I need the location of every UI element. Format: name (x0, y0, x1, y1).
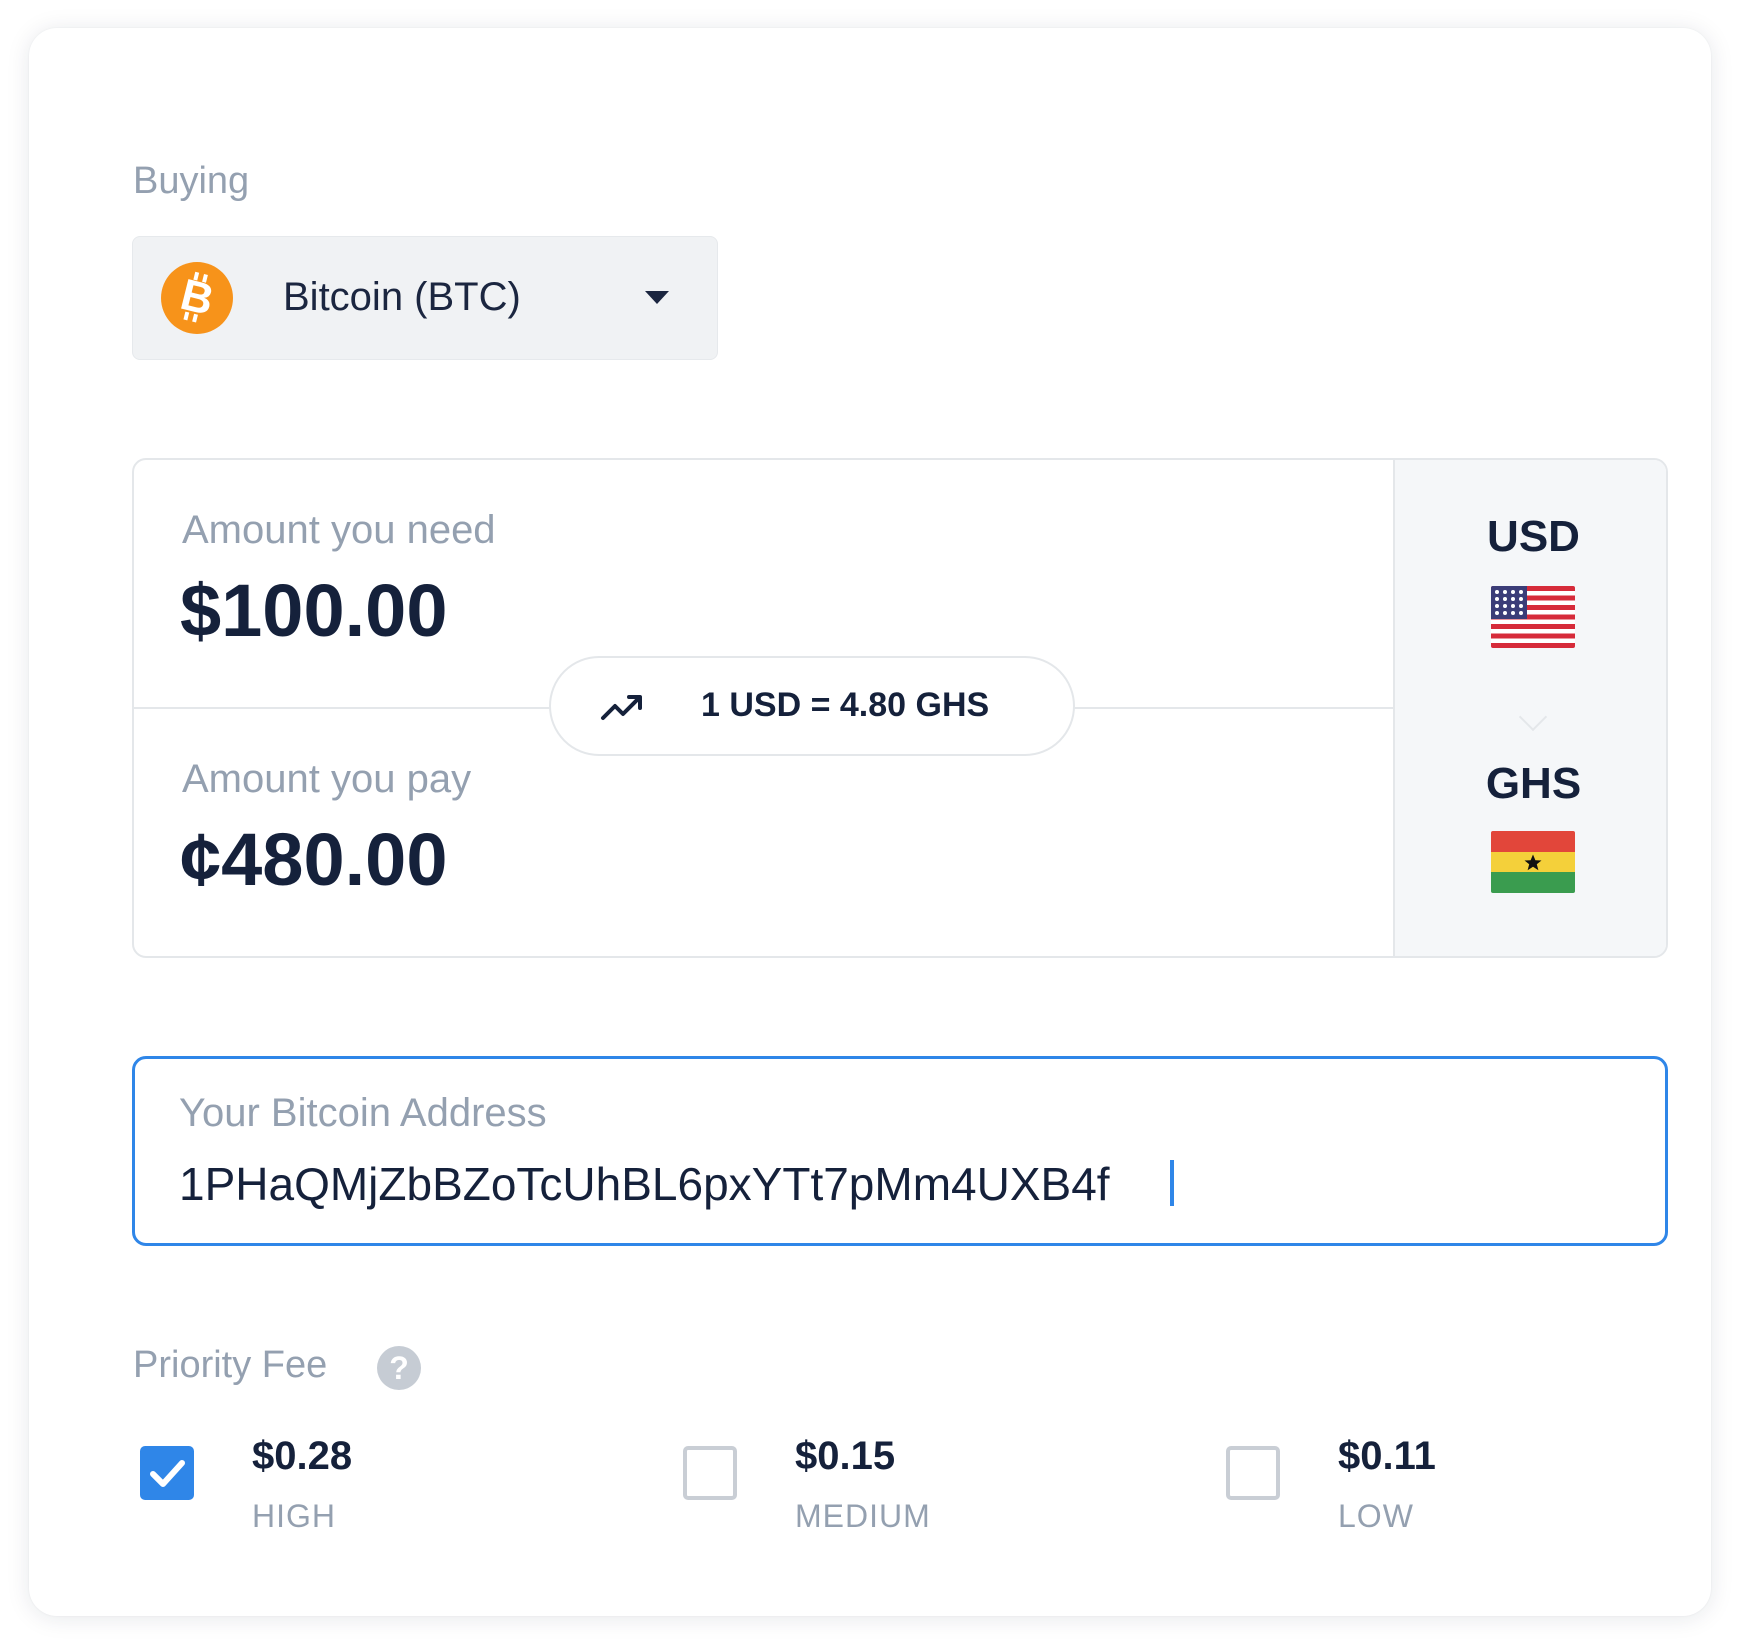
amount-pay-value[interactable]: ¢480.00 (180, 817, 448, 902)
bitcoin-icon: B (161, 262, 233, 334)
currency-code-ghs: GHS (1485, 759, 1582, 808)
exchange-rate-pill: 1 USD = 4.80 GHS (549, 656, 1075, 756)
fee-low-checkbox[interactable] (1226, 1446, 1280, 1500)
buy-crypto-card: Buying B Bitcoin (BTC) Amount you need $… (29, 28, 1711, 1616)
address-input[interactable] (179, 1154, 1379, 1214)
fee-medium-level: MEDIUM (795, 1498, 931, 1534)
checkmark-icon (150, 1460, 185, 1487)
fee-option-high[interactable] (140, 1446, 194, 1500)
fee-low-amount: $0.11 (1338, 1434, 1436, 1478)
fee-option-low[interactable] (1226, 1446, 1280, 1500)
currency-code-usd: USD (1487, 512, 1580, 561)
fee-medium-amount: $0.15 (795, 1434, 896, 1478)
fee-option-medium[interactable] (683, 1446, 737, 1500)
caret-down-icon (645, 291, 669, 304)
fee-low-level: LOW (1338, 1498, 1414, 1534)
question-mark-icon[interactable]: ? (377, 1346, 421, 1390)
currency-select-ghs[interactable]: GHS (1395, 709, 1666, 956)
coin-select-dropdown[interactable]: B Bitcoin (BTC) (132, 236, 718, 360)
amount-pay-label: Amount you pay (182, 757, 472, 801)
address-label: Your Bitcoin Address (179, 1091, 547, 1135)
priority-fee-label: Priority Fee (133, 1344, 328, 1386)
amount-need-value[interactable]: $100.00 (180, 568, 448, 653)
fee-medium-checkbox[interactable] (683, 1446, 737, 1500)
currency-select-usd[interactable]: USD (1395, 460, 1666, 707)
fee-high-checkbox[interactable] (140, 1446, 194, 1500)
trending-up-icon (599, 686, 647, 726)
bitcoin-address-field[interactable]: Your Bitcoin Address (132, 1056, 1668, 1246)
text-cursor (1170, 1160, 1174, 1206)
us-flag-icon (1491, 586, 1575, 648)
fee-high-level: HIGH (252, 1498, 336, 1534)
ghana-flag-icon (1491, 831, 1575, 893)
amount-need-label: Amount you need (182, 508, 496, 552)
exchange-rate-text: 1 USD = 4.80 GHS (701, 686, 990, 724)
buying-label: Buying (133, 160, 250, 202)
fee-high-amount: $0.28 (252, 1434, 353, 1478)
selected-coin-name: Bitcoin (BTC) (283, 275, 521, 319)
